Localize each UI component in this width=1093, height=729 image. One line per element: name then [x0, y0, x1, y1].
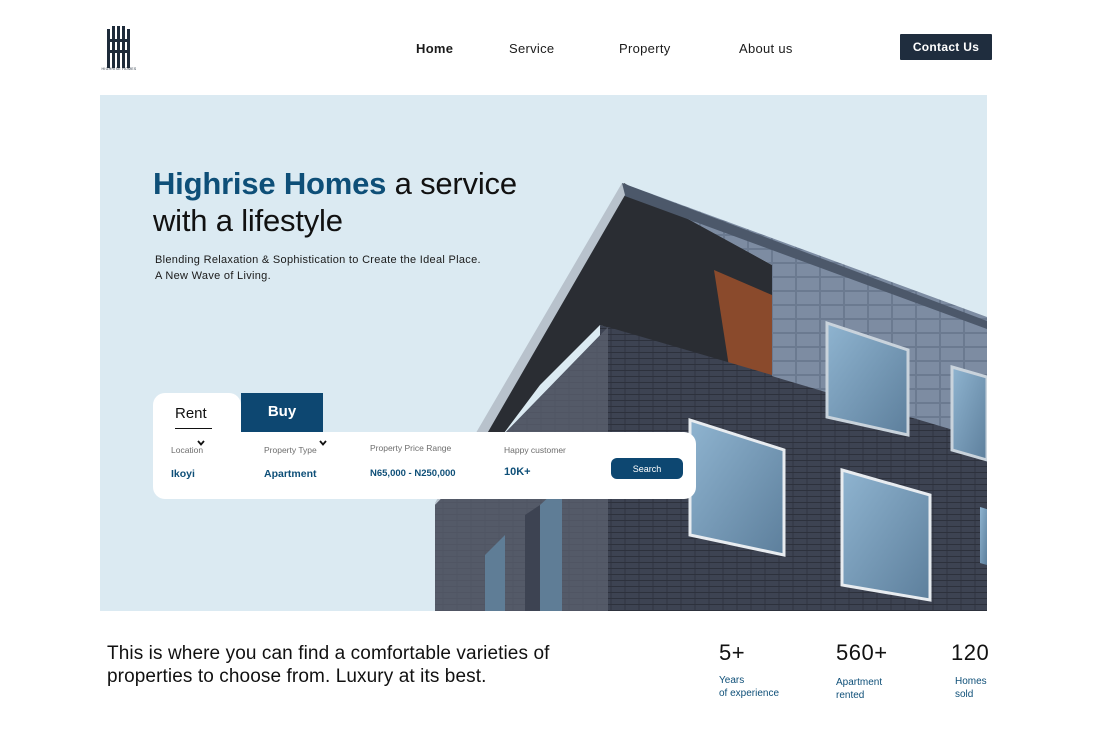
stat-homes-label: Homes sold	[955, 676, 987, 701]
logo-mark-icon	[107, 26, 130, 68]
hero-subtitle-line-2: A New Wave of Living.	[155, 269, 271, 282]
hero-title-rest: a service	[386, 166, 517, 201]
stat-apartments-label-2: rented	[836, 689, 865, 701]
stat-apartments-value: 560+	[836, 640, 888, 665]
logo[interactable]: HIGHRISE HOMES	[101, 26, 137, 74]
hero-title-brand: Highrise Homes	[153, 166, 387, 201]
search-button[interactable]: Search	[611, 458, 683, 479]
intro-text: This is where you can find a comfortable…	[107, 643, 550, 688]
logo-text: HIGHRISE HOMES	[101, 67, 137, 71]
hero-subtitle: Blending Relaxation & Sophistication to …	[155, 253, 481, 284]
price-range-value: N65,000 - N250,000	[370, 468, 456, 479]
intro-line-2: properties to choose from. Luxury at its…	[107, 665, 487, 687]
nav-property[interactable]: Property	[619, 41, 671, 56]
stat-apartments-label-1: Apartment	[836, 677, 883, 688]
hero-subtitle-line-1: Blending Relaxation & Sophistication to …	[155, 254, 481, 266]
property-type-value: Apartment	[264, 468, 317, 480]
stat-homes-label-2: sold	[955, 688, 974, 700]
stat-homes-label-1: Homes	[955, 676, 987, 687]
location-value: Ikoyi	[171, 468, 195, 480]
property-type-label: Property Type	[264, 445, 317, 455]
happy-customer-label: Happy customer	[504, 445, 566, 455]
tab-rent[interactable]: Rent	[153, 393, 241, 435]
chevron-down-icon[interactable]	[318, 438, 328, 448]
hero-section: Highrise Homes a service with a lifestyl…	[100, 95, 987, 611]
stat-homes-value: 120	[951, 640, 990, 665]
tab-rent-label: Rent	[175, 405, 207, 422]
hero-title: Highrise Homes a service with a lifestyl…	[153, 165, 517, 239]
happy-customer-value: 10K+	[504, 466, 531, 478]
nav-service[interactable]: Service	[509, 41, 554, 56]
stat-years-value: 5+	[719, 640, 746, 665]
search-panel: Location Ikoyi Property Type Apartment P…	[153, 432, 696, 499]
tab-buy[interactable]: Buy	[241, 393, 323, 433]
price-range-label: Property Price Range	[370, 443, 452, 453]
nav-home[interactable]: Home	[416, 41, 453, 56]
tab-rent-underline	[175, 428, 212, 429]
stat-apartments-label: Apartment rented	[836, 677, 882, 702]
stat-years-label-1: Years	[719, 675, 745, 686]
location-label: Location	[171, 445, 204, 455]
contact-us-button[interactable]: Contact Us	[900, 34, 992, 60]
nav-about-us[interactable]: About us	[739, 41, 793, 56]
stat-years-label: Years of experience	[719, 675, 779, 700]
intro-line-1: This is where you can find a comfortable…	[107, 643, 550, 664]
stat-years-label-2: of experience	[719, 687, 780, 699]
hero-title-line-2: with a lifestyle	[153, 203, 343, 238]
